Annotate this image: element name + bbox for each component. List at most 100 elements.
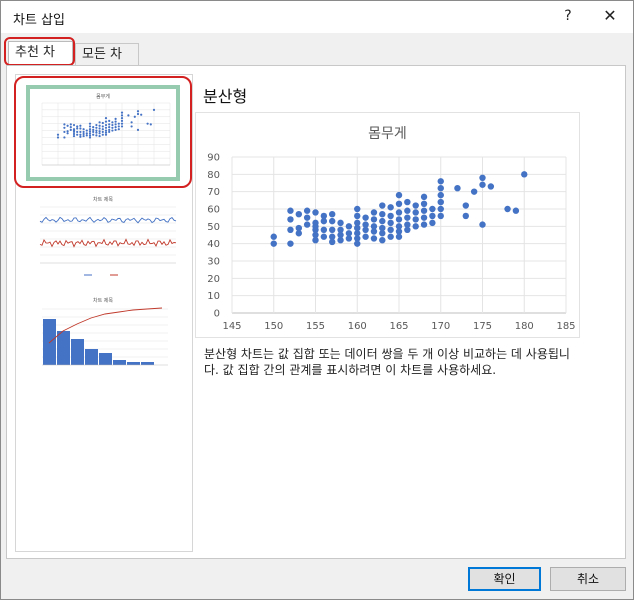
scatter-point [420,221,428,228]
scatter-point [337,237,344,244]
scatter-point [437,205,444,213]
scatter-point [303,221,311,228]
scatter-point [437,191,444,199]
y-tick-label: 50 [207,222,220,233]
scatter-point [329,217,336,225]
scatter-point [404,214,411,221]
y-tick-label: 30 [207,257,220,268]
scatter-point [329,238,336,246]
scatter-point [479,221,486,228]
scatter-point [362,226,369,233]
scatter-point [287,240,294,247]
scatter-point [329,211,336,218]
scatter-point [295,211,302,218]
scatter-point [379,217,386,225]
scatter-point [479,174,486,181]
y-tick-label: 70 [207,187,220,198]
scatter-point [387,233,394,240]
scatter-point [437,198,444,206]
thumbnail-line-chart[interactable]: 차트 제목 [26,193,180,283]
cancel-button[interactable]: 취소 [550,567,626,591]
scatter-point [487,183,495,190]
scatter-point [320,226,328,233]
scatter-point [420,193,428,201]
scatter-point [504,205,511,213]
scatter-point [387,204,394,211]
scatter-point [395,191,403,199]
scatter-point [379,211,386,218]
scatter-point [521,171,528,178]
help-button[interactable]: ? [557,5,579,27]
y-tick-label: 60 [207,205,220,216]
scatter-point [387,219,394,227]
scatter-point [362,214,369,221]
scatter-point [412,216,419,223]
scatter-point [345,235,353,242]
dialog-title: 차트 삽입 [13,13,65,28]
scatter-plot-area: 0 10 20 30 40 50 60 70 80 90 145 150 155 160 165 170 17… [207,153,575,333]
x-tick-label: 170 [431,321,450,332]
scatter-point [454,185,461,192]
scatter-point [429,205,436,213]
scatter-point [354,240,361,247]
x-tick-label: 185 [556,321,575,332]
scatter-point [287,226,294,233]
scatter-point [287,216,294,223]
preview-chart-type-title: 분산형 [203,87,248,106]
scatter-point [412,223,419,230]
scatter-point [512,207,520,214]
scatter-point [354,205,361,213]
scatter-point [270,240,277,247]
scatter-point [329,226,336,233]
scatter-point [270,233,277,240]
title-bar: 차트 삽입 ? ✕ [1,1,633,33]
scatter-point [437,185,444,192]
scatter-point [370,228,378,235]
scatter-point [412,202,419,209]
scatter-point [479,181,486,188]
y-tick-label: 20 [207,274,220,285]
scatter-point [470,188,478,195]
x-tick-label: 165 [389,321,408,332]
x-tick-label: 180 [515,321,534,332]
scatter-point [379,202,386,209]
scatter-point [420,214,428,221]
scatter-point [395,209,403,216]
x-tick-label: 155 [306,321,325,332]
scatter-point [462,202,469,209]
scatter-point [420,207,428,214]
scatter-point [370,235,378,242]
close-button[interactable]: ✕ [598,4,622,28]
scatter-point [437,178,444,185]
scatter-point [295,230,302,237]
y-tick-label: 0 [214,309,220,320]
scatter-point [303,214,311,221]
tab-highlight-annotation [4,37,75,66]
scatter-point [312,209,319,216]
scatter-point [404,207,411,214]
ok-button[interactable]: 확인 [468,567,541,591]
scatter-point [370,216,378,223]
y-tick-label: 40 [207,239,220,250]
scatter-point [312,223,319,230]
scatter-point [320,217,328,225]
y-tick-label: 90 [207,153,220,164]
scatter-point [429,212,436,220]
scatter-point [387,226,394,233]
scatter-point [395,200,403,207]
scatter-point [395,216,403,223]
scatter-point [429,219,436,227]
scatter-point [462,212,469,220]
preview-chart: 몸무게 0 10 20 30 40 50 60 70 80 90 145 150 155 160 165 1… [195,112,580,338]
scatter-point [370,209,378,216]
tab-all-charts[interactable]: 모든 차트 [75,43,139,84]
scatter-point [420,200,428,207]
y-tick-label: 80 [207,170,220,181]
thumbnail-pareto-chart[interactable]: 차트 제목 [26,293,180,393]
scatter-point [354,212,361,220]
x-tick-label: 160 [348,321,367,332]
scatter-point [287,207,294,214]
thumbnail-pareto-title: 차트 제목 [93,297,113,304]
scatter-point [320,233,328,240]
scatter-point [379,237,386,244]
